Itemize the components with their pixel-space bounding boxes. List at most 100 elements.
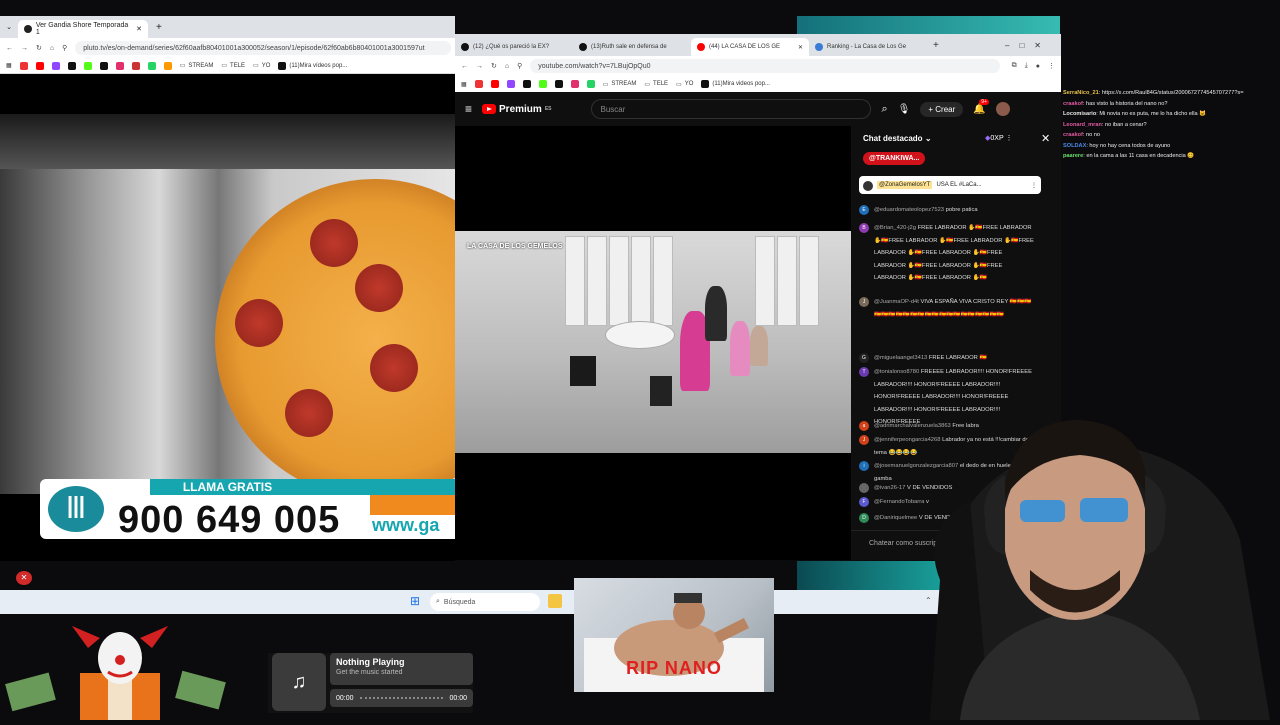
whatsapp-bookmark-icon[interactable] <box>147 61 156 70</box>
avatar: G <box>859 353 869 363</box>
microphone-icon[interactable]: 🎙 <box>898 104 911 115</box>
url-field[interactable]: pluto.tv/es/on-demand/series/62f60aafb80… <box>75 41 451 55</box>
close-tab-icon[interactable]: ✕ <box>798 44 803 51</box>
x-bookmark-icon[interactable] <box>99 61 108 70</box>
forward-icon[interactable]: → <box>476 63 483 70</box>
bookmark-folder-tele[interactable]: ▭ TELE <box>644 81 668 88</box>
extensions-icon[interactable]: ⧉ <box>1012 62 1017 70</box>
home-icon[interactable]: ⌂ <box>50 45 54 52</box>
youtube-video-player[interactable]: LA CASA DE LOS GEMELOS <box>455 126 851 560</box>
chat-message[interactable]: B @Brian_420-j2g FREE LABRADOR ✋🇪🇸FREE LA… <box>859 222 1034 285</box>
avatar: J <box>859 435 869 445</box>
kick-bookmark-icon[interactable] <box>538 80 547 88</box>
overlay-chat-line: Leonard_mran: no iban a cenar? <box>1063 120 1280 131</box>
tab-list-icon[interactable]: ⌄ <box>0 23 18 31</box>
chat-points[interactable]: ◆0XP ⋮ <box>985 134 1012 142</box>
create-button[interactable]: + Crear <box>920 101 964 117</box>
x-bookmark-icon[interactable] <box>554 80 563 88</box>
back-icon[interactable]: ← <box>6 45 13 52</box>
download-icon[interactable]: ⤓ <box>1025 62 1028 70</box>
tab-1[interactable]: (12) ¿Qué os pareció la EX? <box>455 38 573 56</box>
url-field[interactable]: youtube.com/watch?v=7LBujOpQu0 <box>530 59 1000 73</box>
chat-username[interactable]: @JuanmaOP-d4t <box>874 299 919 305</box>
hamburger-menu-icon[interactable]: ≡ <box>465 102 472 116</box>
apps-icon[interactable]: ▦ <box>461 81 467 88</box>
avatar[interactable] <box>995 102 1010 116</box>
x-favicon-icon <box>579 43 587 51</box>
search-icon[interactable]: ⌕ <box>881 103 887 116</box>
pinned-user-badge[interactable]: @TRANKIWA... <box>863 152 926 165</box>
instagram-bookmark-icon[interactable] <box>570 80 579 88</box>
locker <box>587 236 607 326</box>
windows-start-icon[interactable]: ⊞ <box>410 594 420 608</box>
bookmark-folder-yo[interactable]: ▭ YO <box>253 62 270 70</box>
youtube-logo[interactable]: Premium ES <box>482 104 551 115</box>
forward-icon[interactable]: → <box>21 45 28 52</box>
close-tab-icon[interactable]: ✕ <box>136 25 142 33</box>
window-controls[interactable]: ‒□✕ <box>1005 41 1051 50</box>
bookmark-icon[interactable] <box>19 61 28 70</box>
chat-header[interactable]: Chat destacado ⌄ <box>863 134 932 143</box>
profile-icon[interactable]: ● <box>1036 63 1040 70</box>
new-tab-icon[interactable]: + <box>933 40 939 51</box>
instagram-bookmark-icon[interactable] <box>115 61 124 70</box>
chat-username[interactable]: @tonialonso8780 <box>874 369 919 375</box>
site-info-icon[interactable]: ⚲ <box>517 62 522 70</box>
chat-message[interactable]: G @miguelaangel3413 FREE LABRADOR 🇪🇸 <box>859 352 1034 365</box>
reload-icon[interactable]: ↻ <box>36 44 42 52</box>
youtube-play-icon <box>482 104 497 114</box>
bookmark-folder-stream[interactable]: ▭ STREAM <box>603 81 637 88</box>
rip-nano-image: RIP NANO <box>574 578 774 692</box>
progress-track[interactable] <box>359 697 444 699</box>
pinned-message[interactable]: @ZonaGemelosYT USA EL #LaCa... ⋮ <box>859 176 1041 194</box>
close-chat-icon[interactable]: ✕ <box>1041 132 1050 145</box>
tab-4[interactable]: Ranking - La Casa de Los Ge <box>809 38 927 56</box>
tiktok-bookmark-icon[interactable] <box>67 61 76 70</box>
bookmark-tiktok-videos[interactable]: (11)Mira vídeos pop... <box>278 61 347 70</box>
site-info-icon[interactable]: ⚲ <box>62 44 67 52</box>
tab-2[interactable]: (13)Ruth sale en defensa de <box>573 38 691 56</box>
twitch-bookmark-icon[interactable] <box>51 61 60 70</box>
youtube-bookmark-icon[interactable] <box>35 61 44 70</box>
chat-message[interactable]: E @eduardomateolopez7523 pobre patica <box>859 204 1034 217</box>
whatsapp-bookmark-icon[interactable] <box>586 80 595 88</box>
person <box>705 286 727 341</box>
pluto-video-player[interactable]: LLAMA GRATIS Ⅲ 900 649 005 www.ga <box>0 74 455 561</box>
pluto-favicon-icon <box>24 25 32 33</box>
notifications-icon[interactable]: 🔔 9+ <box>973 98 989 115</box>
bookmark-tiktok-videos[interactable]: (11)Mira videos pop... <box>701 80 770 88</box>
chat-username[interactable]: @Brian_420-j2g <box>874 225 916 231</box>
chat-username[interactable]: @miguelaangel3413 <box>874 355 927 361</box>
chat-username[interactable]: @eduardomateolopez7523 <box>874 207 944 213</box>
new-tab-icon[interactable]: + <box>156 22 162 33</box>
overlay-chat-username: craakof <box>1063 132 1083 138</box>
chat-message[interactable]: J @JuanmaOP-d4t VIVA ESPAÑA VIVA CRISTO R… <box>859 296 1034 321</box>
more-options-icon[interactable]: ⋮ <box>1031 182 1037 189</box>
taskbar-search-input[interactable]: ⌕ Búsqueda <box>430 593 540 611</box>
bookmark-folder-tele[interactable]: ▭ TELE <box>221 62 245 70</box>
youtube-bookmark-icon[interactable] <box>490 80 499 88</box>
folder-icon: ▭ <box>179 63 186 69</box>
twitch-bookmark-icon[interactable] <box>506 80 515 88</box>
bookmark-icon[interactable] <box>131 61 140 70</box>
kick-bookmark-icon[interactable] <box>83 61 92 70</box>
bookmark-folder-yo[interactable]: ▭ YO <box>676 81 693 88</box>
back-icon[interactable]: ← <box>461 63 468 70</box>
tab-pluto[interactable]: Ver Gandia Shore Temporada 1 ✕ <box>18 20 148 38</box>
reload-icon[interactable]: ↻ <box>491 62 497 70</box>
avatar: E <box>859 205 869 215</box>
locker <box>755 236 775 326</box>
home-icon[interactable]: ⌂ <box>505 63 509 70</box>
bookmark-icon[interactable] <box>474 80 483 88</box>
tiktok-bookmark-icon[interactable] <box>522 80 531 88</box>
bookmark-icon[interactable] <box>163 61 172 70</box>
overlay-chat-username: Locomisario <box>1063 111 1097 117</box>
right-tab-bar: (12) ¿Qué os pareció la EX? (13)Ruth sal… <box>455 34 1061 56</box>
bookmark-folder-stream[interactable]: ▭ STREAM <box>179 62 214 70</box>
tab-3-active[interactable]: (44) LA CASA DE LOS GE ✕ <box>691 38 809 56</box>
search-input[interactable]: Buscar <box>591 99 872 119</box>
overlay-chat-text: : Mi novia no es puta, me lo ha dicho el… <box>1096 111 1207 117</box>
apps-icon[interactable]: ▦ <box>6 62 12 69</box>
file-explorer-icon[interactable] <box>548 594 562 608</box>
menu-icon[interactable]: ⋮ <box>1048 62 1055 70</box>
